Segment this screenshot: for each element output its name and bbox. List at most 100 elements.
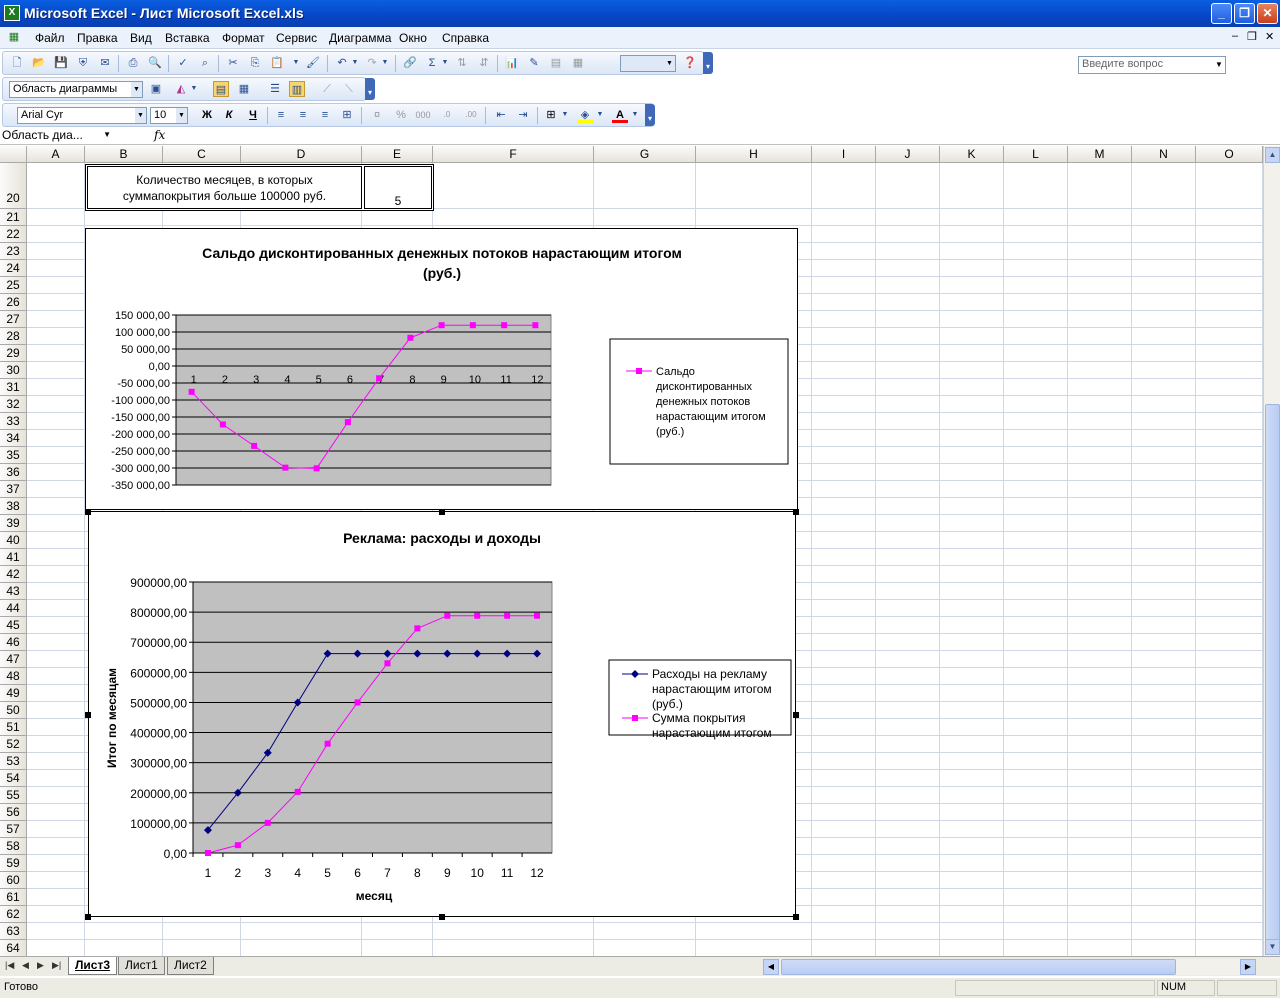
chart-object-select[interactable]: Область диаграммы ▼ <box>9 81 143 98</box>
resize-handle[interactable] <box>439 914 445 920</box>
increase-decimal-icon[interactable]: .0 <box>439 107 455 123</box>
undo-icon[interactable]: ↶ <box>334 55 350 71</box>
row-header-45[interactable]: 45 <box>0 617 27 634</box>
last-sheet-icon[interactable]: ▶| <box>52 960 61 971</box>
format-painter-icon[interactable]: 🖌 <box>305 55 321 71</box>
chevron-down-icon[interactable]: ▼ <box>560 107 570 123</box>
angle-text-up-icon[interactable]: ⟍ <box>341 81 357 97</box>
print-icon[interactable]: ⎙ <box>125 55 141 71</box>
chart-wizard-icon[interactable]: 📊 <box>504 55 520 71</box>
toolbar-options-icon[interactable]: ▾ <box>365 78 375 100</box>
resize-handle[interactable] <box>85 914 91 920</box>
doc-restore-icon[interactable]: ❐ <box>1247 30 1257 43</box>
fill-color-icon[interactable]: ◈ <box>577 107 593 123</box>
row-header-49[interactable]: 49 <box>0 685 27 702</box>
row-header-31[interactable]: 31 <box>0 379 27 396</box>
email-icon[interactable]: ✉ <box>97 55 113 71</box>
row-header-56[interactable]: 56 <box>0 804 27 821</box>
doc-close-icon[interactable]: ✕ <box>1265 30 1274 43</box>
prev-sheet-icon[interactable]: ◀ <box>22 960 29 971</box>
resize-handle[interactable] <box>793 712 799 718</box>
chevron-down-icon[interactable]: ▼ <box>595 107 605 123</box>
row-header-39[interactable]: 39 <box>0 515 27 532</box>
help-search-input[interactable]: Введите вопрос ▼ <box>1078 56 1226 74</box>
italic-button[interactable]: К <box>221 107 237 123</box>
row-header-29[interactable]: 29 <box>0 345 27 362</box>
row-header-30[interactable]: 30 <box>0 362 27 379</box>
font-size-select[interactable]: 10 ▼ <box>150 107 188 124</box>
redo-icon[interactable]: ↷ <box>364 55 380 71</box>
row-header-34[interactable]: 34 <box>0 430 27 447</box>
row-header-26[interactable]: 26 <box>0 294 27 311</box>
chevron-down-icon[interactable]: ▼ <box>664 56 675 71</box>
row-header-47[interactable]: 47 <box>0 651 27 668</box>
autosum-icon[interactable]: Σ <box>424 55 440 71</box>
data-table-icon[interactable]: ▦ <box>236 81 252 97</box>
row-header-40[interactable]: 40 <box>0 532 27 549</box>
column-header-l[interactable]: L <box>1004 146 1068 163</box>
select-all-corner[interactable] <box>0 146 27 163</box>
by-row-icon[interactable]: ☰ <box>267 81 283 97</box>
row-header-46[interactable]: 46 <box>0 634 27 651</box>
save-icon[interactable]: 💾 <box>53 55 69 71</box>
decrease-decimal-icon[interactable]: .00 <box>463 107 479 123</box>
chevron-down-icon[interactable]: ▼ <box>131 82 142 97</box>
worksheet-grid[interactable]: ABCDEFGHIJKLMNO 20 21 22 23 24 25 26 27 28 29 30 31… <box>0 146 1263 956</box>
row-header-28[interactable]: 28 <box>0 328 27 345</box>
legend-icon[interactable]: ▤ <box>213 81 229 97</box>
hyperlink-icon[interactable]: 🔗 <box>402 55 418 71</box>
row-header-60[interactable]: 60 <box>0 872 27 889</box>
sheet-tab-list2[interactable]: Лист2 <box>167 957 214 975</box>
chart-advertising[interactable]: Реклама: расходы и доходы 900000,00 800000… <box>88 511 796 917</box>
row-header-22[interactable]: 22 <box>0 226 27 243</box>
row-header-41[interactable]: 41 <box>0 549 27 566</box>
increase-indent-icon[interactable]: ⇥ <box>515 107 531 123</box>
maximize-button[interactable]: ❐ <box>1234 3 1255 24</box>
chevron-down-icon[interactable]: ▼ <box>630 107 640 123</box>
chevron-down-icon[interactable]: ▼ <box>350 55 360 71</box>
insert-function-button[interactable]: fx <box>154 128 165 142</box>
chevron-down-icon[interactable]: ▼ <box>103 130 111 139</box>
zoom-select[interactable]: ▼ <box>620 55 676 72</box>
column-header-o[interactable]: O <box>1196 146 1263 163</box>
horizontal-scrollbar[interactable]: ◀ ▶ <box>763 959 1256 975</box>
menu-format[interactable]: Формат <box>222 31 265 45</box>
row-header-35[interactable]: 35 <box>0 447 27 464</box>
row-header-58[interactable]: 58 <box>0 838 27 855</box>
row-header-48[interactable]: 48 <box>0 668 27 685</box>
drawing-icon[interactable]: ✎ <box>526 55 542 71</box>
column-header-a[interactable]: A <box>27 146 85 163</box>
angle-text-down-icon[interactable]: ⟋ <box>319 81 335 97</box>
toolbar-options-icon[interactable]: ▾ <box>703 52 713 74</box>
row-header-53[interactable]: 53 <box>0 753 27 770</box>
menu-insert[interactable]: Вставка <box>165 31 210 45</box>
row-header-23[interactable]: 23 <box>0 243 27 260</box>
row-header-43[interactable]: 43 <box>0 583 27 600</box>
sort-ascending-icon[interactable]: ⇅ <box>454 55 470 71</box>
by-column-icon[interactable]: ▥ <box>289 81 305 97</box>
new-icon[interactable]: 🗋 <box>9 55 25 71</box>
column-header-j[interactable]: J <box>876 146 940 163</box>
table-icon[interactable]: ▤ <box>548 55 564 71</box>
column-header-b[interactable]: B <box>85 146 163 163</box>
cell-label[interactable]: Количество месяцев, в которых суммапокрыт… <box>87 166 362 209</box>
comma-style-icon[interactable]: 000 <box>415 107 431 123</box>
spelling-icon[interactable]: ✓ <box>175 55 191 71</box>
underline-button[interactable]: Ч <box>245 107 261 123</box>
next-sheet-icon[interactable]: ▶ <box>37 960 44 971</box>
chevron-down-icon[interactable]: ▼ <box>189 81 199 97</box>
row-header-20[interactable]: 20 <box>0 163 27 209</box>
row-header-33[interactable]: 33 <box>0 413 27 430</box>
column-header-m[interactable]: M <box>1068 146 1132 163</box>
chevron-down-icon[interactable]: ▼ <box>291 55 301 71</box>
menu-tools[interactable]: Сервис <box>276 31 317 45</box>
scroll-thumb[interactable] <box>1265 404 1280 948</box>
row-header-61[interactable]: 61 <box>0 889 27 906</box>
column-header-i[interactable]: I <box>812 146 876 163</box>
column-header-c[interactable]: C <box>163 146 241 163</box>
row-header-57[interactable]: 57 <box>0 821 27 838</box>
align-left-icon[interactable]: ≡ <box>273 107 289 123</box>
row-header-55[interactable]: 55 <box>0 787 27 804</box>
cell-value[interactable]: 5 <box>364 166 432 209</box>
column-header-g[interactable]: G <box>594 146 696 163</box>
